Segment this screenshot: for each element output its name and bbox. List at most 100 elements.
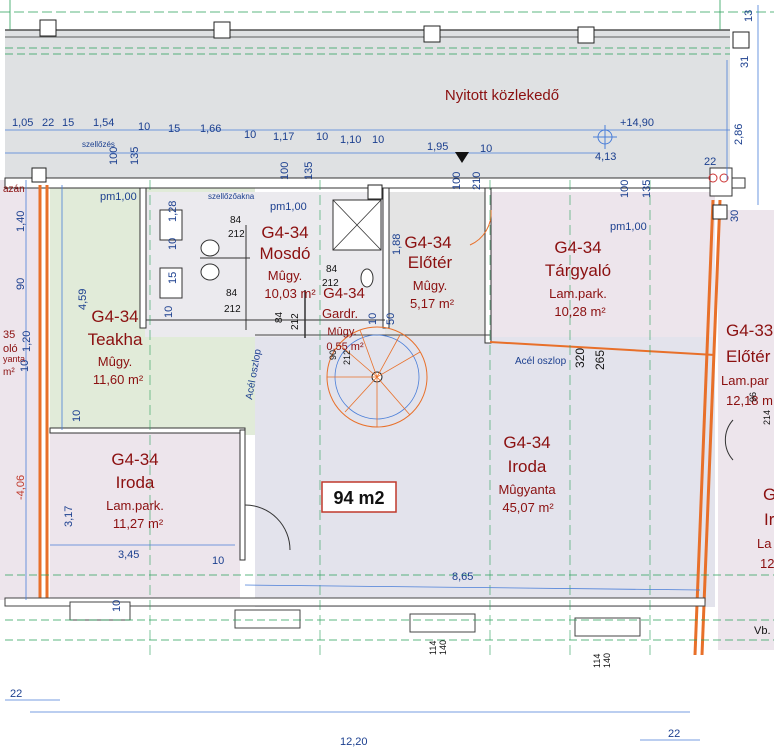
dim-214: 214 bbox=[762, 410, 772, 425]
room-eloter-code: G4-34 bbox=[404, 233, 451, 252]
label-acel-2: Acél oszlop bbox=[515, 356, 567, 367]
dim-406: -4,06 bbox=[15, 475, 27, 500]
right-partial-code: G bbox=[763, 485, 774, 504]
dim-96: 96 bbox=[748, 392, 758, 402]
dim-865: 8,65 bbox=[452, 571, 473, 583]
area-box-label: 94 m2 bbox=[333, 488, 384, 508]
dim-top-6: 1,66 bbox=[200, 123, 221, 135]
room-eloter-floor: Mûgy. bbox=[413, 278, 447, 293]
iroda-large-area bbox=[255, 337, 715, 607]
dim-90s: 90 bbox=[328, 350, 338, 360]
room-teakha-area: 11,60 m² bbox=[93, 372, 144, 387]
dim-459: 4,59 bbox=[77, 289, 89, 310]
room-iroda-large-code: G4-34 bbox=[503, 433, 550, 452]
dim-1220: 12,20 bbox=[340, 736, 368, 748]
dim-212d: 212 bbox=[290, 313, 301, 330]
dim-31: 31 bbox=[739, 56, 751, 68]
dim-135b: 135 bbox=[303, 162, 315, 180]
dim-345: 3,45 bbox=[118, 549, 139, 561]
room-g433-code: G4-33 bbox=[726, 321, 773, 340]
dim-140: 1,40 bbox=[15, 211, 27, 232]
floor-plan: Nyitott közlekedő +14,90 4,13 94 m2 szel… bbox=[0, 0, 774, 748]
dim-114b: 114 bbox=[592, 654, 602, 668]
room-iroda-small-code: G4-34 bbox=[111, 450, 158, 469]
dim-top-8: 1,17 bbox=[273, 131, 294, 143]
room-mosdo-code: G4-34 bbox=[261, 223, 308, 242]
dim-140a: 140 bbox=[438, 640, 448, 655]
left-room-area bbox=[0, 180, 40, 600]
dim-114a: 114 bbox=[428, 641, 438, 655]
dim-212s: 212 bbox=[342, 350, 352, 365]
level-mark: +14,90 bbox=[620, 117, 654, 129]
dim-84a: 84 bbox=[230, 215, 242, 226]
dim-top-7: 10 bbox=[244, 129, 256, 141]
dim-286: 2,86 bbox=[733, 124, 745, 145]
dim-top-5: 15 bbox=[168, 123, 180, 135]
dim-top-3: 1,54 bbox=[93, 117, 114, 129]
dim-top-2: 15 bbox=[62, 117, 74, 129]
left-partial-a: azán bbox=[3, 184, 25, 195]
right-partial-floor: La bbox=[757, 536, 772, 551]
room-iroda-small-name: Iroda bbox=[116, 473, 155, 492]
room-iroda-small-floor: Lam.park. bbox=[106, 498, 164, 513]
dim-top-9: 10 bbox=[316, 131, 328, 143]
dim-top-0: 1,05 bbox=[12, 117, 33, 129]
room-targyalo-code: G4-34 bbox=[554, 238, 601, 257]
dim-10b: 10 bbox=[71, 410, 83, 422]
room-iroda-large-area: 45,07 m² bbox=[502, 500, 554, 515]
dim-15: 15 bbox=[167, 272, 179, 284]
label-pm2: pm1,00 bbox=[270, 201, 307, 213]
dim-30: 30 bbox=[729, 210, 741, 222]
room-eloter-name: Előtér bbox=[408, 253, 453, 272]
dim-317: 3,17 bbox=[63, 506, 75, 527]
dim-210: 210 bbox=[471, 172, 483, 190]
dim-22: 22 bbox=[704, 156, 716, 168]
room-teakha-name: Teakha bbox=[88, 330, 143, 349]
label-pm3: pm1,00 bbox=[610, 221, 647, 233]
dim-top-10: 1,10 bbox=[340, 134, 361, 146]
dim-320: 320 bbox=[573, 348, 587, 368]
dim-120: 1,20 bbox=[21, 331, 33, 352]
room-eloter-area: 5,17 m² bbox=[410, 296, 455, 311]
room-gardr-name: Gardr. bbox=[322, 306, 358, 321]
room-targyalo-name: Tárgyaló bbox=[545, 261, 611, 280]
dim-100d: 100 bbox=[619, 180, 631, 198]
dim-188: 1,88 bbox=[391, 234, 403, 255]
room-targyalo-floor: Lam.park. bbox=[549, 286, 607, 301]
dim-265: 265 bbox=[593, 350, 607, 370]
right-room-area bbox=[718, 210, 774, 650]
dim-top-12: 1,95 bbox=[427, 141, 448, 153]
room-teakha-floor: Mûgy. bbox=[98, 354, 132, 369]
room-mosdo-area: 10,03 m² bbox=[264, 286, 316, 301]
dim-top-4: 10 bbox=[138, 121, 150, 133]
dim-10a: 10 bbox=[19, 360, 31, 372]
room-mosdo-name: Mosdó bbox=[259, 244, 310, 263]
dim-100a: 100 bbox=[108, 147, 120, 165]
dim-135d: 135 bbox=[641, 180, 653, 198]
dim-100c: 100 bbox=[451, 172, 463, 190]
dim-50: 50 bbox=[385, 313, 397, 325]
left-partial-d: m² bbox=[3, 367, 15, 378]
dim-90: 90 bbox=[15, 278, 27, 290]
room-gardr-floor: Mûgy. bbox=[327, 326, 356, 338]
dim-22c: 22 bbox=[668, 728, 680, 740]
dim-10f: 10 bbox=[212, 555, 224, 567]
dim-top-1: 22 bbox=[42, 117, 54, 129]
dim-212b: 212 bbox=[224, 304, 241, 315]
dim-212a: 212 bbox=[228, 229, 245, 240]
room-iroda-large-floor: Mûgyanta bbox=[498, 482, 556, 497]
room-g433-name: Előtér bbox=[726, 347, 771, 366]
dim-84c: 84 bbox=[326, 264, 338, 275]
label-szelloezoakna: szellőzőakna bbox=[208, 192, 255, 201]
room-iroda-large-name: Iroda bbox=[508, 457, 547, 476]
dim-10c: 10 bbox=[367, 313, 379, 325]
dim-10g: 10 bbox=[111, 600, 123, 612]
label-vb: Vb. bbox=[754, 625, 771, 637]
right-partial-area: 12 bbox=[760, 556, 774, 571]
right-partial-name: Ir bbox=[764, 510, 774, 529]
dim-22b: 22 bbox=[10, 688, 22, 700]
room-g433-floor: Lam.par bbox=[721, 373, 769, 388]
label-pm1: pm1,00 bbox=[100, 191, 137, 203]
dim-140b: 140 bbox=[602, 653, 612, 668]
dim-10e: 10 bbox=[163, 306, 175, 318]
